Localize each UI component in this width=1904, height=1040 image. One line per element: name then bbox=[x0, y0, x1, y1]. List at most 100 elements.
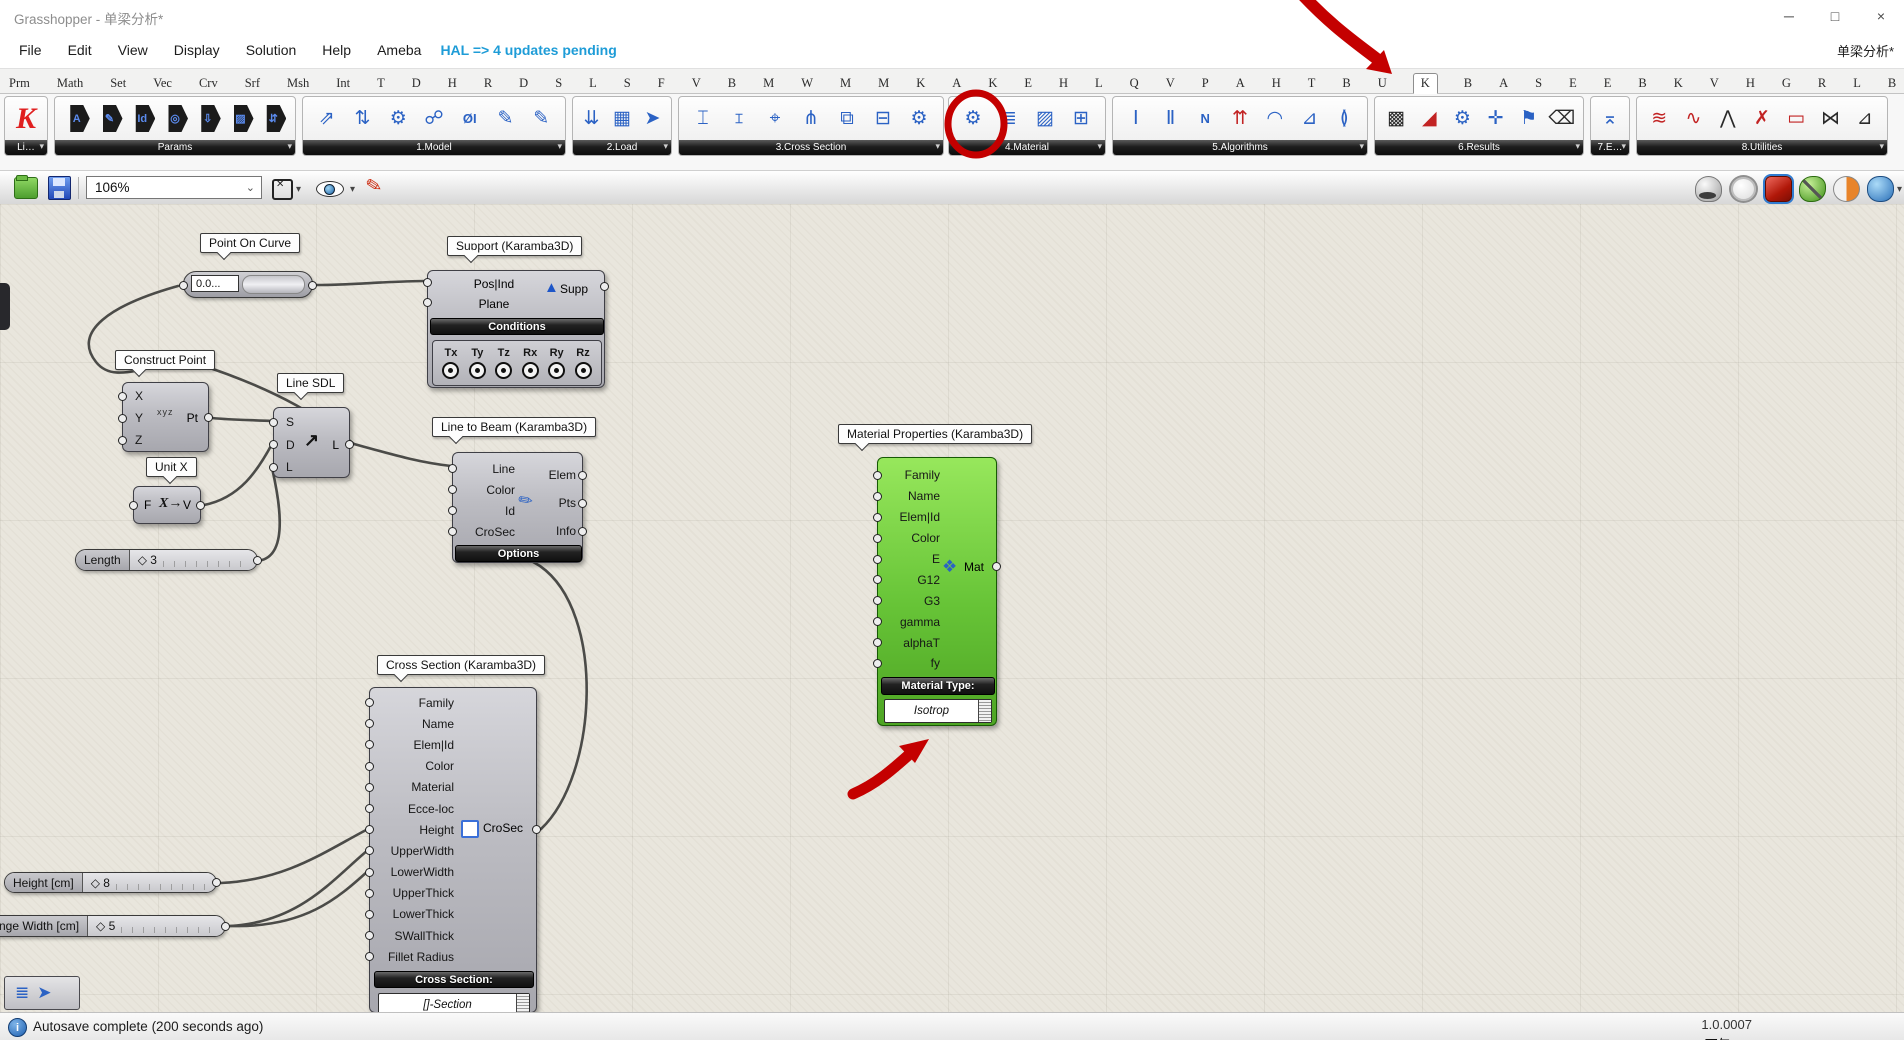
natural-vibrations-icon[interactable]: ◠ bbox=[1261, 104, 1289, 134]
input-port[interactable] bbox=[365, 698, 374, 707]
output-port[interactable] bbox=[196, 501, 205, 510]
tab[interactable]: A bbox=[951, 74, 962, 93]
input-port-row[interactable]: Id bbox=[459, 500, 515, 521]
assemble-model-icon[interactable]: ⚙ bbox=[384, 104, 412, 134]
length-slider[interactable]: Length ◇ 3 bbox=[75, 549, 258, 571]
input-port[interactable] bbox=[448, 527, 457, 536]
tab[interactable]: L bbox=[1852, 74, 1862, 93]
input-port-row[interactable]: S bbox=[280, 411, 304, 434]
point-on-curve-slider[interactable]: 0.0... bbox=[183, 271, 313, 298]
input-port-row[interactable]: Name bbox=[376, 713, 454, 734]
input-port[interactable] bbox=[423, 278, 432, 287]
tab[interactable]: L bbox=[588, 74, 598, 93]
slider-track[interactable] bbox=[116, 884, 206, 890]
input-port[interactable] bbox=[118, 392, 127, 401]
stacked-mapper-icon[interactable]: ⋈ bbox=[1817, 104, 1845, 134]
input-port[interactable] bbox=[365, 846, 374, 855]
tab[interactable]: E bbox=[1603, 74, 1613, 93]
input-port-row[interactable]: Line bbox=[459, 458, 515, 479]
input-port[interactable] bbox=[448, 485, 457, 494]
tab[interactable]: B bbox=[1887, 74, 1897, 93]
output-port[interactable] bbox=[992, 562, 1001, 571]
ghost-mode-icon[interactable] bbox=[1729, 175, 1758, 203]
dof-radio[interactable] bbox=[575, 362, 592, 379]
tab[interactable]: M bbox=[839, 74, 852, 93]
tab[interactable]: Set bbox=[109, 74, 127, 93]
beam-crosec-icon[interactable]: ⌶ bbox=[689, 104, 717, 134]
tab[interactable]: H bbox=[1271, 74, 1282, 93]
menu-item[interactable]: Help bbox=[309, 36, 364, 64]
input-port[interactable] bbox=[269, 418, 278, 427]
orientate-element-icon[interactable]: ØI bbox=[456, 104, 484, 134]
dof-radio[interactable] bbox=[548, 362, 565, 379]
tab[interactable]: B bbox=[1637, 74, 1647, 93]
cross-section-type-bar[interactable]: Cross Section: bbox=[374, 971, 534, 988]
output-port[interactable] bbox=[308, 281, 317, 290]
tab[interactable]: Int bbox=[335, 74, 351, 93]
output-port[interactable] bbox=[600, 282, 609, 291]
mesh-load-icon[interactable]: ▦ bbox=[608, 104, 636, 134]
sketch-pen-icon[interactable]: ✎ bbox=[364, 174, 384, 200]
input-port[interactable] bbox=[365, 719, 374, 728]
menu-item[interactable]: Ameba bbox=[364, 36, 434, 64]
tab[interactable]: T bbox=[1307, 74, 1317, 93]
toolbar-group-label[interactable]: Li… bbox=[5, 140, 47, 155]
dof-radio[interactable] bbox=[442, 362, 459, 379]
toolbar-group-label[interactable]: 7.E… bbox=[1591, 140, 1629, 155]
input-port[interactable] bbox=[365, 783, 374, 792]
tab[interactable]: F bbox=[657, 74, 666, 93]
preview-eye-icon[interactable] bbox=[316, 181, 344, 197]
output-port[interactable] bbox=[204, 413, 213, 422]
toolbar-group-label[interactable]: 8.Utilities bbox=[1637, 140, 1887, 155]
toolbar-group-label[interactable]: 3.Cross Section bbox=[679, 140, 943, 155]
tab[interactable]: K bbox=[987, 74, 998, 93]
model-view-icon[interactable]: ▩ bbox=[1382, 104, 1410, 134]
tab[interactable]: U bbox=[1377, 74, 1388, 93]
input-port[interactable] bbox=[118, 436, 127, 445]
material-selection-icon[interactable]: ⚙ bbox=[959, 104, 987, 134]
tab[interactable]: Prm bbox=[8, 74, 31, 93]
partial-component[interactable]: ≣➤ bbox=[4, 976, 80, 1010]
dof-radio[interactable] bbox=[522, 362, 539, 379]
input-port-row[interactable]: Ecce-loc bbox=[376, 798, 454, 819]
disassemble-model-icon[interactable]: ☍ bbox=[420, 104, 448, 134]
toolbar-group-label[interactable]: 6.Results bbox=[1375, 140, 1583, 155]
material-type-bar[interactable]: Material Type: bbox=[881, 677, 995, 695]
slider-track[interactable] bbox=[163, 561, 247, 567]
no-preview-icon[interactable] bbox=[1799, 176, 1826, 202]
tab[interactable]: P bbox=[1201, 74, 1210, 93]
point-on-curve-value[interactable]: 0.0... bbox=[191, 275, 239, 292]
input-port-row[interactable]: Family bbox=[884, 465, 940, 486]
tab[interactable]: Srf bbox=[244, 74, 261, 93]
menu-item[interactable]: Solution bbox=[233, 36, 310, 64]
menu-item[interactable]: View bbox=[105, 36, 161, 64]
custom-preview-icon[interactable] bbox=[1867, 176, 1894, 202]
utilization-icon[interactable]: ⚑ bbox=[1515, 104, 1543, 134]
material-properties-icon[interactable]: ▨ bbox=[1031, 104, 1059, 134]
input-port[interactable] bbox=[873, 492, 882, 501]
output-port[interactable] bbox=[578, 471, 587, 480]
crosec-properties-icon[interactable]: ⊟ bbox=[869, 104, 897, 134]
tab[interactable]: L bbox=[1094, 74, 1104, 93]
input-port-row[interactable]: Z bbox=[129, 429, 159, 451]
remove-duplicates-icon[interactable]: ✗ bbox=[1748, 104, 1776, 134]
param-load-icon[interactable]: ⇩ bbox=[195, 105, 221, 133]
tab[interactable]: H bbox=[447, 74, 458, 93]
flange-width-slider[interactable]: nge Width [cm] ◇ 5 bbox=[0, 915, 226, 937]
unit-x-component[interactable]: F X→ V bbox=[133, 486, 201, 524]
input-port[interactable] bbox=[873, 471, 882, 480]
input-port-row[interactable]: LowerWidth bbox=[376, 862, 454, 883]
offscreen-component[interactable] bbox=[0, 283, 10, 330]
save-file-icon[interactable] bbox=[48, 176, 71, 200]
input-port-row[interactable]: Fillet Radius bbox=[376, 946, 454, 967]
menu-item[interactable]: Display bbox=[161, 36, 233, 64]
tab[interactable]: S bbox=[554, 74, 563, 93]
tab[interactable]: B bbox=[1463, 74, 1473, 93]
loads-icon[interactable]: ⇊ bbox=[578, 104, 606, 134]
hal-updates-link[interactable]: HAL => 4 updates pending bbox=[440, 42, 616, 58]
input-port[interactable] bbox=[365, 889, 374, 898]
input-port-row[interactable]: CroSec bbox=[459, 521, 515, 542]
input-port-row[interactable]: Color bbox=[376, 756, 454, 777]
input-port-row[interactable]: Elem|Id bbox=[884, 507, 940, 528]
modify-element-icon[interactable]: ✎ bbox=[527, 104, 555, 134]
